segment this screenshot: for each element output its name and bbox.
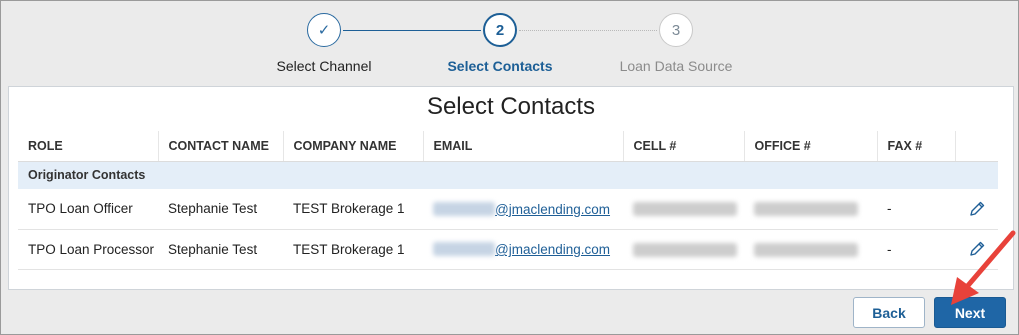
step-3-indicator: 3	[659, 13, 693, 47]
column-header-fax: FAX #	[877, 131, 956, 162]
cell-role: TPO Loan Processor	[18, 229, 158, 270]
column-header-office: OFFICE #	[744, 131, 878, 162]
column-header-cell: CELL #	[623, 131, 745, 162]
next-button[interactable]: Next	[934, 297, 1006, 328]
cell-role: TPO Loan Officer	[18, 189, 158, 230]
back-button[interactable]: Back	[853, 297, 925, 328]
step-connector-pending	[519, 30, 657, 31]
cell-office-phone	[744, 229, 877, 270]
cell-cell-phone	[623, 189, 744, 230]
cell-company-name: TEST Brokerage 1	[283, 189, 423, 230]
cell-contact-name: Stephanie Test	[158, 189, 283, 230]
cell-cell-phone	[623, 229, 744, 270]
step-connector-completed	[343, 30, 481, 31]
column-header-contact-name: CONTACT NAME	[158, 131, 284, 162]
column-header-company-name: COMPANY NAME	[283, 131, 424, 162]
step-2-indicator: 2	[483, 13, 517, 47]
step-1-checkmark-icon[interactable]: ✓	[307, 13, 341, 47]
step-2-label: Select Contacts	[447, 58, 553, 74]
table-header-row: ROLE CONTACT NAME COMPANY NAME EMAIL CEL…	[18, 131, 998, 162]
redacted-cell-phone	[633, 242, 737, 257]
table-row: TPO Loan Officer Stephanie Test TEST Bro…	[18, 189, 998, 230]
cell-company-name: TEST Brokerage 1	[283, 229, 423, 270]
group-row-originator-contacts: Originator Contacts	[18, 161, 998, 189]
cell-office-phone	[744, 189, 877, 230]
redacted-cell-phone	[633, 202, 737, 217]
page-title: Select Contacts	[426, 93, 596, 120]
cell-actions	[955, 229, 998, 270]
step-1-label[interactable]: Select Channel	[224, 58, 424, 74]
redacted-email-user	[433, 202, 495, 217]
table-row: TPO Loan Processor Stephanie Test TEST B…	[18, 229, 998, 270]
pencil-icon[interactable]	[968, 240, 986, 258]
window-frame: ✓ 2 3 Select Channel Select Contacts Loa…	[0, 0, 1019, 335]
column-header-actions	[955, 131, 998, 162]
contacts-panel: Select Contacts ROLE CONTACT NAME COMPAN…	[8, 86, 1014, 290]
redacted-office-phone	[754, 242, 858, 257]
cell-actions	[955, 189, 998, 230]
cell-email: @jmaclending.com	[423, 229, 623, 270]
contacts-table: ROLE CONTACT NAME COMPANY NAME EMAIL CEL…	[18, 131, 998, 270]
email-link[interactable]: @jmaclending.com	[495, 202, 610, 217]
group-label: Originator Contacts	[18, 161, 998, 189]
cell-fax: -	[877, 189, 955, 230]
pencil-icon[interactable]	[968, 200, 986, 218]
redacted-office-phone	[754, 202, 858, 217]
cell-fax: -	[877, 229, 955, 270]
redacted-email-user	[433, 242, 495, 257]
wizard-stepper: ✓ 2 3 Select Channel Select Contacts Loa…	[1, 1, 1019, 85]
cell-contact-name: Stephanie Test	[158, 229, 283, 270]
email-link[interactable]: @jmaclending.com	[495, 242, 610, 257]
column-header-role: ROLE	[18, 131, 159, 162]
step-3-label: Loan Data Source	[619, 58, 733, 74]
cell-email: @jmaclending.com	[423, 189, 623, 230]
column-header-email: EMAIL	[423, 131, 624, 162]
